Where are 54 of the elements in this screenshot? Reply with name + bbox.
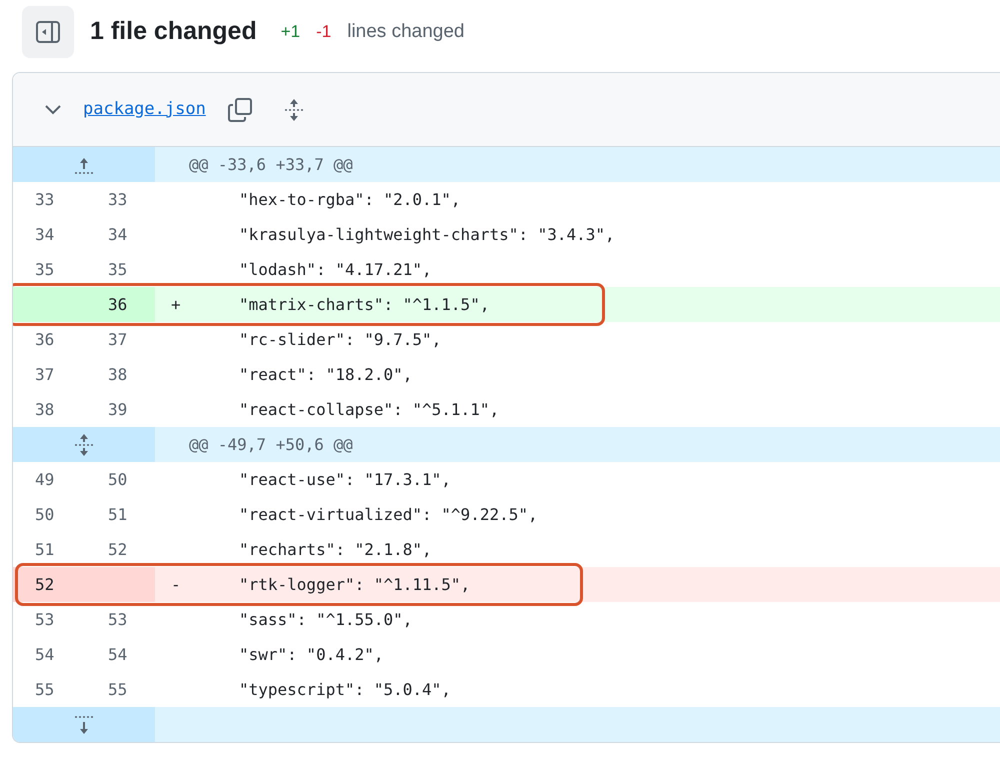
collapse-button[interactable] xyxy=(43,102,63,116)
code-line: "recharts": "2.1.8", xyxy=(238,538,432,560)
line-number: 53 xyxy=(107,608,128,630)
copy-button[interactable] xyxy=(226,96,254,124)
line-number: 54 xyxy=(107,644,128,666)
code-line: "matrix-charts": "^1.1.5", xyxy=(238,294,490,316)
code-line: "react-use": "17.3.1", xyxy=(238,468,451,490)
code-line: "rc-slider": "9.7.5", xyxy=(238,328,442,350)
line-number: 51 xyxy=(107,504,128,526)
line-number: 55 xyxy=(34,678,56,700)
line-number: 50 xyxy=(34,504,56,526)
line-number: 33 xyxy=(34,188,56,210)
line-number: 49 xyxy=(34,468,56,490)
deletions-count: -1 xyxy=(316,21,332,44)
code-line: "lodash": "4.17.21", xyxy=(238,258,432,280)
line-number: 37 xyxy=(107,328,128,350)
code-line: "react": "18.2.0", xyxy=(238,364,412,386)
line-number: 35 xyxy=(34,258,56,280)
line-number: 50 xyxy=(107,468,128,490)
line-number: 38 xyxy=(34,398,56,420)
sidebar-icon xyxy=(35,19,61,45)
line-number: 51 xyxy=(34,538,56,560)
file-name-link[interactable]: package.json xyxy=(83,96,206,122)
code-line: "react-virtualized": "^9.22.5", xyxy=(238,504,538,526)
lines-changed-label: lines changed xyxy=(347,20,464,44)
diff-sign: - xyxy=(170,574,182,596)
line-number: 34 xyxy=(34,224,56,246)
line-number: 54 xyxy=(34,644,56,666)
line-number: 34 xyxy=(107,224,128,246)
code-line: "sass": "^1.55.0", xyxy=(238,608,412,630)
line-number: 36 xyxy=(34,328,56,350)
line-number: 38 xyxy=(107,364,128,386)
code-line: "react-collapse": "^5.1.1", xyxy=(238,398,500,420)
line-number: 39 xyxy=(107,398,128,420)
code-line: "hex-to-rgba": "2.0.1", xyxy=(238,188,461,210)
line-number: 37 xyxy=(34,364,56,386)
hunk-header-text: @@ -33,6 +33,7 @@ xyxy=(188,154,353,176)
expand-both-icon xyxy=(72,432,96,458)
line-number: 33 xyxy=(107,188,128,210)
line-number: 52 xyxy=(107,538,128,560)
line-number: 53 xyxy=(34,608,56,630)
line-number: 35 xyxy=(107,258,128,280)
line-number: 36 xyxy=(83,287,155,322)
code-line: "typescript": "5.0.4", xyxy=(238,678,451,700)
code-line: "swr": "0.4.2", xyxy=(238,644,384,666)
code-line: "rtk-logger": "^1.11.5", xyxy=(238,574,470,596)
files-changed-title: 1 file changed xyxy=(90,16,257,48)
code-line: "krasulya-lightweight-charts": "3.4.3", xyxy=(238,224,615,246)
line-number: 55 xyxy=(107,678,128,700)
diff-sign: + xyxy=(170,294,182,316)
line-number: 52 xyxy=(13,567,83,602)
sidebar-toggle-button[interactable] xyxy=(22,6,74,58)
hunk-header-text: @@ -49,7 +50,6 @@ xyxy=(188,434,353,456)
additions-count: +1 xyxy=(280,21,300,44)
